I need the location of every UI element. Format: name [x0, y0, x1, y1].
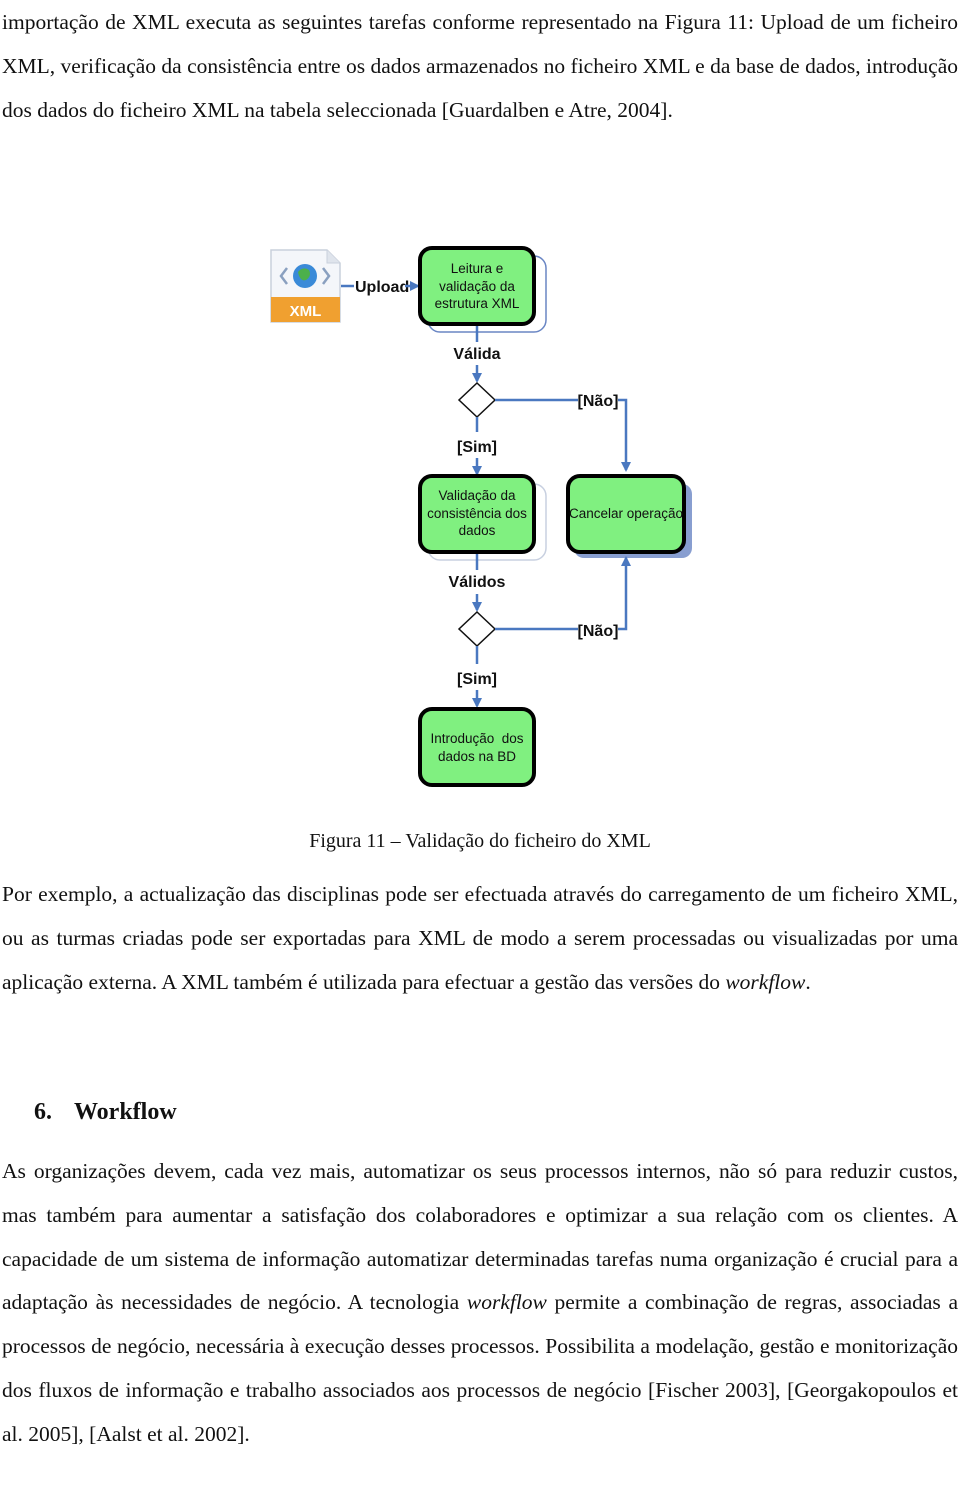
- no-label-2: [Não]: [578, 623, 619, 640]
- box-consistency-line2: consistência dos: [427, 506, 527, 521]
- yes-label-2: [Sim]: [457, 671, 497, 688]
- box-consistency-line1: Validação da: [438, 488, 516, 503]
- box-read-line1: Leitura e: [451, 261, 504, 276]
- section-heading: 6. Workflow: [34, 1094, 177, 1130]
- box-read-line3: estrutura XML: [435, 296, 520, 311]
- yes-label-1: [Sim]: [457, 439, 497, 456]
- box-insert-data: [418, 707, 536, 787]
- xml-file-icon: XML: [270, 249, 341, 323]
- valids-label: Válidos: [449, 574, 506, 591]
- workflow-term: workflow: [725, 969, 806, 994]
- intro-paragraph: importação de XML executa as seguintes t…: [2, 10, 958, 122]
- workflow-paragraph: As organizações devem, cada vez mais, au…: [2, 1150, 958, 1457]
- example-paragraph: Por exemplo, a actualização das discipli…: [2, 873, 958, 1004]
- arrow-no-1-to-cancel: [618, 398, 631, 472]
- example-text-end: .: [805, 969, 811, 994]
- figure-caption: Figura 11 – Validação do ficheiro do XML: [309, 830, 651, 852]
- decision-diamond-2: [457, 610, 497, 648]
- box-read-line2: validação da: [439, 279, 515, 294]
- decision-diamond-1: [457, 381, 497, 419]
- valid-label: Válida: [453, 346, 500, 363]
- arrow-no-2-to-cancel: [618, 556, 631, 631]
- xml-validation-diagram: XML Upload Leitura e validação da estrut…: [270, 246, 692, 787]
- workflow-term: workflow: [466, 1290, 547, 1315]
- box-cancel-text: Cancelar operação: [569, 506, 683, 521]
- box-consistency-line3: dados: [459, 523, 496, 538]
- section-number: 6.: [34, 1099, 52, 1125]
- xml-icon-label: XML: [290, 303, 322, 320]
- box-insert-line2: dados na BD: [438, 749, 516, 764]
- box-insert-line1: Introdução dos: [430, 731, 523, 746]
- section-title: Workflow: [74, 1099, 177, 1125]
- upload-label: Upload: [355, 279, 409, 296]
- example-text: Por exemplo, a actualização das discipli…: [2, 882, 958, 994]
- no-label-1: [Não]: [578, 393, 619, 410]
